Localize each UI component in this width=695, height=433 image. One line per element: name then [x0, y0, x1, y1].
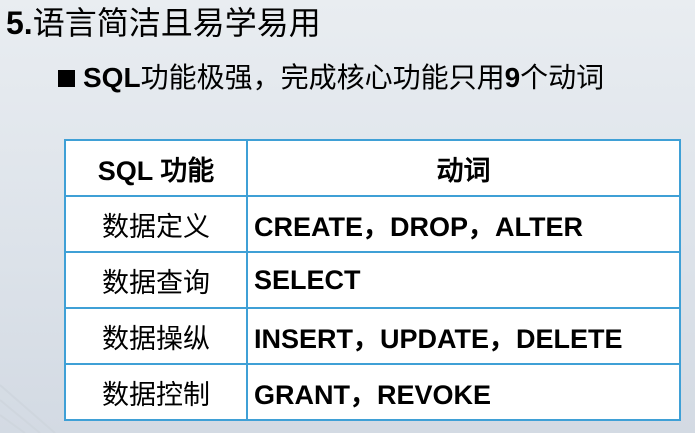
row-function: 数据控制	[64, 363, 248, 421]
table-row: 数据定义 CREATE，DROP，ALTER	[64, 195, 681, 253]
table-row: 数据操纵 INSERT，UPDATE，DELETE	[64, 307, 681, 365]
row-verbs: SELECT	[246, 251, 681, 309]
bullet-text: 功能极强，完成核心功能只用	[140, 62, 505, 93]
background-decoration	[0, 384, 56, 433]
row-verbs: INSERT，UPDATE，DELETE	[246, 307, 681, 365]
header-verbs: 动词	[246, 139, 681, 197]
row-function: 数据查询	[64, 251, 248, 309]
bullet-count: 9	[504, 62, 521, 93]
section-number: 5.	[6, 5, 33, 41]
bullet-point: SQL 功能极强，完成核心功能只用 9 个动词	[58, 58, 604, 98]
section-heading: 5.语言简洁且易学易用	[6, 2, 321, 44]
row-function: 数据定义	[64, 195, 248, 253]
table-row: 数据查询 SELECT	[64, 251, 681, 309]
table: SQL 功能 动词 数据定义 CREATE，DROP，ALTER 数据查询 SE…	[64, 139, 681, 421]
row-verbs: GRANT，REVOKE	[246, 363, 681, 421]
square-bullet-icon	[58, 69, 75, 87]
bullet-prefix: SQL	[83, 62, 141, 93]
table-row: 数据控制 GRANT，REVOKE	[64, 363, 681, 421]
table-header-row: SQL 功能 动词	[64, 139, 681, 197]
bullet-suffix: 个动词	[520, 62, 605, 93]
row-function: 数据操纵	[64, 307, 248, 365]
sql-function-table: SQL 功能 动词 数据定义 CREATE，DROP，ALTER 数据查询 SE…	[64, 139, 681, 421]
row-verbs: CREATE，DROP，ALTER	[246, 195, 681, 253]
header-function: SQL 功能	[64, 139, 248, 197]
section-title: 语言简洁且易学易用	[32, 5, 321, 41]
